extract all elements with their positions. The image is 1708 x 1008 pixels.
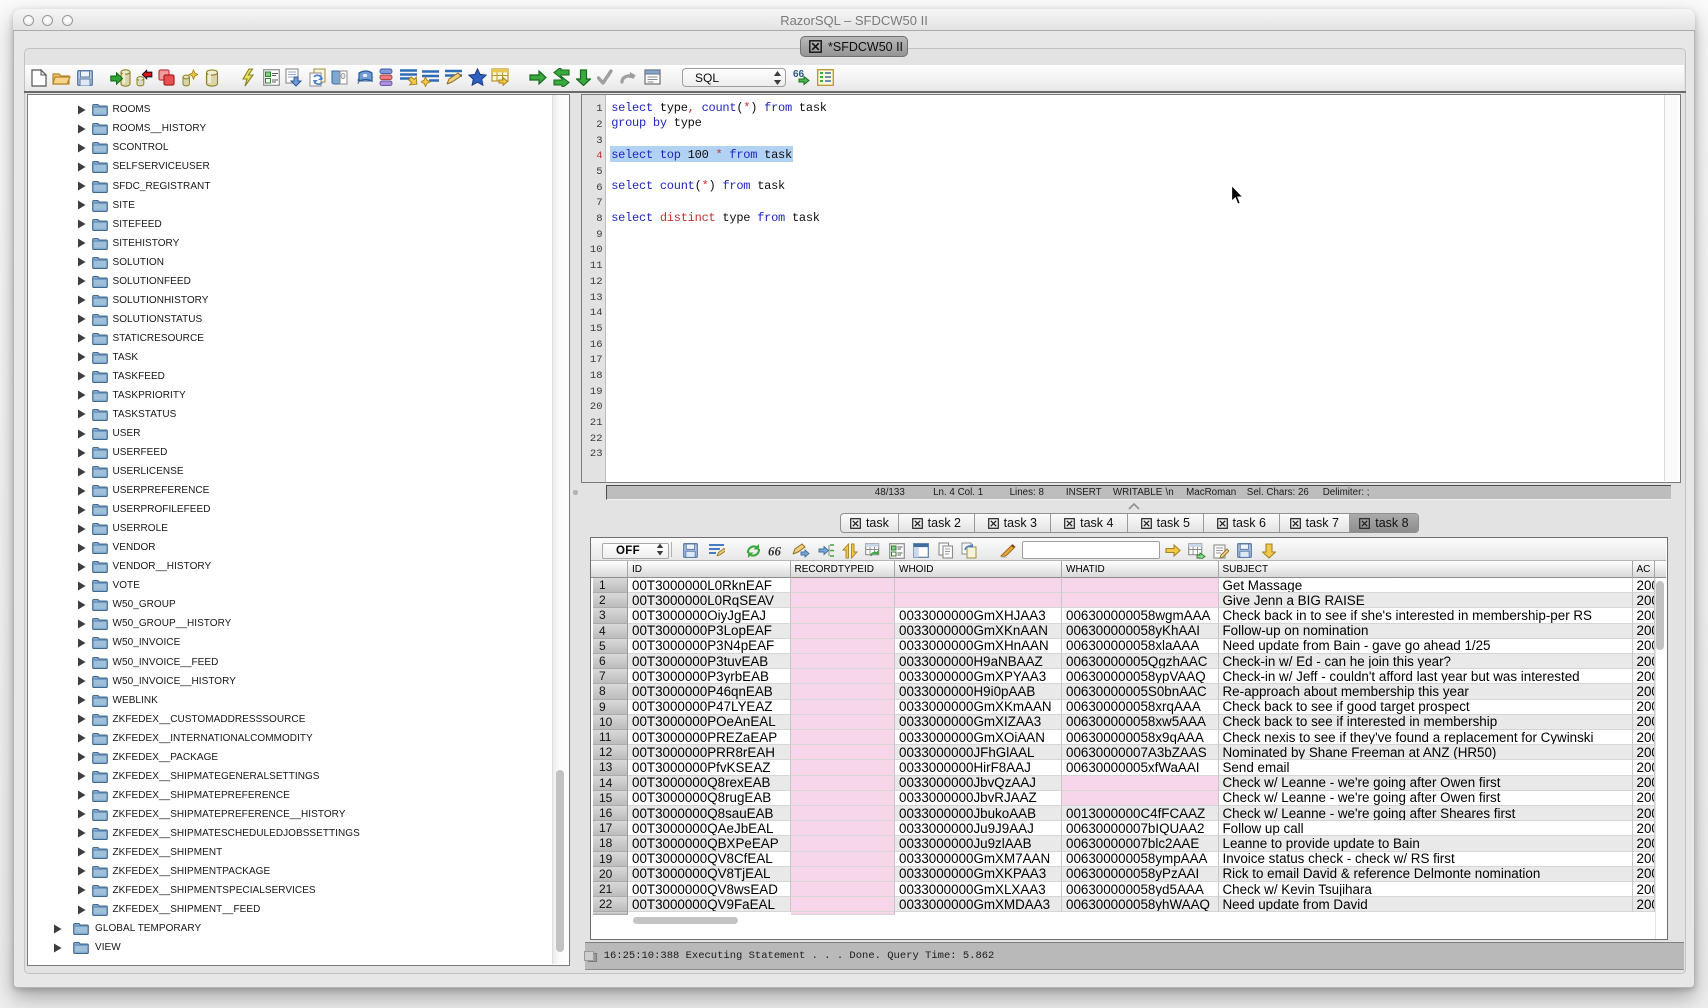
svg-text:66: 66 [768, 545, 782, 557]
svg-text:66: 66 [793, 69, 805, 80]
